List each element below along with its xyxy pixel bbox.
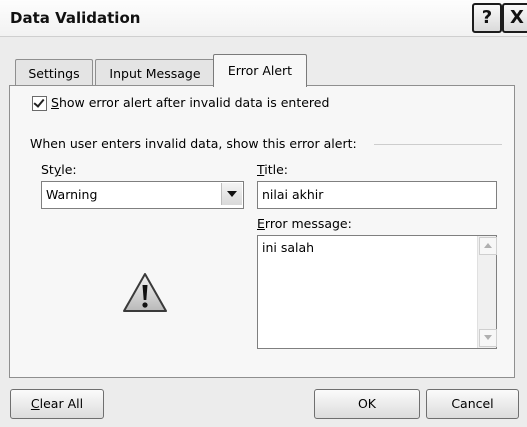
title-bar[interactable]: Data Validation ? X [0, 0, 527, 37]
style-label: Style: [41, 162, 77, 177]
show-error-alert-label[interactable]: Show error alert after invalid data is e… [51, 95, 329, 110]
error-message-label: Error message: [257, 216, 352, 231]
close-button[interactable]: X [502, 3, 527, 33]
help-button[interactable]: ? [472, 3, 502, 33]
show-error-alert-checkbox[interactable] [32, 96, 47, 111]
tab-settings[interactable]: Settings [15, 59, 93, 86]
dialog-title: Data Validation [10, 9, 141, 27]
error-alert-group-label: When user enters invalid data, show this… [30, 136, 357, 151]
scroll-up-icon[interactable] [479, 237, 497, 255]
data-validation-dialog: Data Validation ? X Settings Input Messa… [0, 0, 527, 427]
style-select-value: Warning [46, 187, 98, 202]
scroll-down-icon[interactable] [479, 329, 497, 347]
title-label: Title: [257, 162, 289, 177]
chevron-down-icon[interactable] [221, 183, 242, 205]
cancel-button[interactable]: Cancel [426, 389, 519, 419]
group-divider [374, 144, 502, 145]
warning-icon [123, 273, 167, 312]
title-input-value: nilai akhir [262, 187, 324, 202]
clear-all-button[interactable]: Clear All [10, 389, 104, 419]
tab-input-message[interactable]: Input Message [95, 59, 215, 86]
error-message-textarea[interactable]: ini salah [257, 235, 497, 349]
ok-button[interactable]: OK [314, 389, 420, 419]
error-message-scrollbar[interactable] [477, 236, 497, 348]
error-message-value: ini salah [262, 240, 315, 255]
tab-error-alert[interactable]: Error Alert [213, 54, 307, 87]
style-select[interactable]: Warning [41, 181, 244, 209]
title-input[interactable]: nilai akhir [257, 181, 497, 209]
